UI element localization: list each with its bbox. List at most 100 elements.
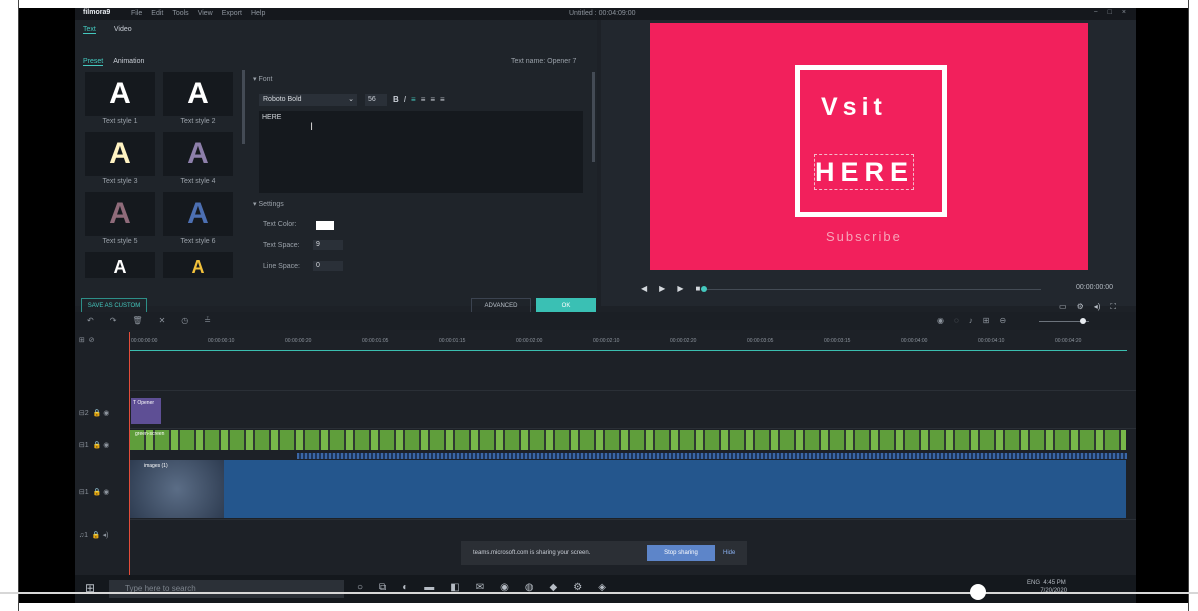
style-thumb: A: [85, 132, 155, 176]
settings-scrollbar[interactable]: [592, 72, 595, 162]
timeline-tools: ◉ ◌ ♪ ⊞ ⊖: [937, 316, 1006, 325]
minimize-icon[interactable]: −: [1094, 9, 1098, 16]
preview-canvas[interactable]: Vsit HERE Subscribe: [650, 23, 1088, 270]
style-item[interactable]: A Text style 4: [163, 132, 233, 190]
track-number: 1: [84, 489, 89, 496]
timer-icon[interactable]: ◷: [181, 316, 188, 325]
ruler-tick-label: 00:00:02:20: [670, 338, 697, 344]
style-scrollbar[interactable]: [242, 70, 245, 144]
italic-icon[interactable]: I: [404, 95, 406, 104]
snapshot-icon[interactable]: ▭: [1059, 302, 1067, 312]
selection-box[interactable]: [814, 154, 914, 190]
playback-progress[interactable]: [701, 289, 1041, 290]
text-name-label: Text name: Opener 7: [511, 58, 577, 65]
justify-icon[interactable]: ≡: [440, 95, 445, 104]
menu-view[interactable]: View: [198, 10, 213, 17]
close-icon[interactable]: ×: [1122, 9, 1126, 16]
style-label: Text style 1: [102, 118, 138, 125]
ruler-tick-label: 00:00:02:10: [593, 338, 620, 344]
ruler-tick-label: 00:00:04:10: [978, 338, 1005, 344]
stop-sharing-button[interactable]: Stop sharing: [647, 545, 715, 561]
text-space-stepper[interactable]: 9: [313, 240, 343, 250]
mixer-icon[interactable]: ⊞: [983, 316, 990, 325]
bold-icon[interactable]: B: [393, 95, 399, 104]
tab-text[interactable]: Text: [83, 26, 96, 34]
menu-tools[interactable]: Tools: [172, 10, 188, 17]
style-item[interactable]: A Text style 6: [163, 192, 233, 250]
ruler-tick-label: 00:00:00:00: [131, 338, 158, 344]
track-divider: [129, 428, 1136, 429]
text-color-swatch[interactable]: [316, 221, 334, 230]
align-left-icon[interactable]: ≡: [411, 95, 416, 104]
undo-icon[interactable]: ↶: [87, 316, 94, 325]
image-clip[interactable]: images (1): [130, 460, 1126, 518]
volume-icon[interactable]: ◂): [1094, 302, 1101, 312]
zoom-out-icon[interactable]: ⊖: [999, 316, 1006, 325]
style-label: Text style 6: [180, 238, 216, 245]
hide-link[interactable]: Hide: [723, 550, 735, 556]
prev-frame-icon[interactable]: ◀: [641, 284, 647, 293]
clock-time[interactable]: 4:45 PM: [1043, 580, 1065, 586]
track-header-video: ⊟1 🔒 ◉: [75, 442, 110, 449]
align-right-icon[interactable]: ≡: [430, 95, 435, 104]
marker-icon[interactable]: ◌: [954, 316, 959, 325]
style-thumb: A: [163, 252, 233, 278]
delete-icon[interactable]: 🗑: [132, 316, 142, 325]
editor-tabs: Text Video: [83, 26, 132, 34]
text-cursor-icon: I: [310, 121, 314, 133]
tab-preset[interactable]: Preset: [83, 58, 104, 66]
menu-help[interactable]: Help: [251, 10, 265, 17]
line-space-label: Line Space:: [263, 263, 300, 270]
track-add-icons[interactable]: ⊞ ⊘: [75, 336, 129, 344]
style-item[interactable]: A: [163, 252, 233, 278]
timeline-ruler[interactable]: 00:00:00:00 00:00:00:10 00:00:00:20 00:00:0…: [129, 332, 1136, 352]
style-item[interactable]: A Text style 1: [85, 72, 155, 130]
playhead[interactable]: [129, 332, 130, 602]
style-item[interactable]: A Text style 3: [85, 132, 155, 190]
language-indicator[interactable]: ENG: [1027, 580, 1040, 586]
voiceover-icon[interactable]: ♪: [969, 316, 973, 325]
settings-icon[interactable]: ⚙: [1077, 302, 1084, 312]
style-thumb: A: [85, 72, 155, 116]
adjust-icon[interactable]: ≟: [204, 316, 211, 325]
fullscreen-icon[interactable]: ⛶: [1110, 302, 1116, 312]
audio-waveform: [297, 453, 1127, 459]
ruler-tick-label: 00:00:02:00: [516, 338, 543, 344]
redo-icon[interactable]: ↷: [110, 316, 117, 325]
text-content-field[interactable]: HERE: [259, 111, 583, 193]
menu-edit[interactable]: Edit: [151, 10, 163, 17]
menu-bar: File Edit Tools View Export Help: [131, 10, 265, 17]
stop-icon[interactable]: ■: [695, 284, 700, 293]
menu-export[interactable]: Export: [222, 10, 242, 17]
font-size-select[interactable]: 56: [365, 94, 387, 106]
play-icon[interactable]: ▶: [659, 284, 665, 293]
video-progress-bar[interactable]: [0, 592, 1198, 594]
title-frame-box: [795, 65, 947, 217]
menu-file[interactable]: File: [131, 10, 142, 17]
style-item[interactable]: A: [85, 252, 155, 278]
text-clip[interactable]: T Opener: [131, 398, 161, 424]
track-header-audio: ♫1 🔒 ◂): [75, 532, 109, 539]
style-item[interactable]: A Text style 2: [163, 72, 233, 130]
font-family-value: Roboto Bold: [263, 96, 302, 103]
video-progress-handle[interactable]: [970, 584, 986, 600]
zoom-slider-handle[interactable]: [1080, 318, 1086, 324]
align-center-icon[interactable]: ≡: [421, 95, 426, 104]
style-label: Text style 3: [102, 178, 138, 185]
maximize-icon[interactable]: □: [1108, 9, 1112, 16]
format-icons: B I ≡ ≡ ≡ ≡: [393, 95, 445, 104]
playback-scrubber[interactable]: [701, 286, 707, 292]
font-family-select[interactable]: Roboto Bold ⌄: [259, 94, 357, 106]
tab-animation[interactable]: Animation: [113, 58, 144, 66]
style-item[interactable]: A Text style 5: [85, 192, 155, 250]
render-icon[interactable]: ◉: [937, 316, 944, 325]
tab-video[interactable]: Video: [114, 26, 132, 34]
next-frame-icon[interactable]: ▶: [677, 284, 683, 293]
cut-icon[interactable]: ✕: [159, 316, 166, 325]
chevron-down-icon: ⌄: [348, 96, 354, 103]
style-label: Text style 5: [102, 238, 138, 245]
taskbar-search[interactable]: Type here to search: [109, 580, 344, 598]
line-space-stepper[interactable]: 0: [313, 261, 343, 271]
title-bar: filmora9 File Edit Tools View Export Hel…: [75, 8, 1136, 20]
video-clip[interactable]: [130, 430, 1126, 450]
